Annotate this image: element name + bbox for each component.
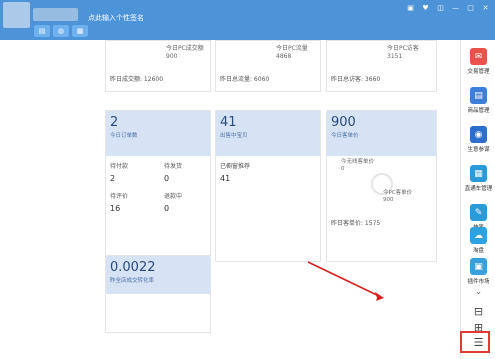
layout-icon[interactable]: ⊟ [461,305,495,318]
sidebar-item-trade[interactable]: ✉ 交易管理 [461,48,495,75]
analytics-icon: ◉ [470,126,487,143]
sidebar-item-disk[interactable]: ☁ 淘盘 [461,227,495,254]
sidebar-item-products[interactable]: ▤ 商品管理 [461,87,495,114]
sidebar-item-plugins[interactable]: ▣ 插件市场 [461,258,495,285]
annotation-arrow [307,261,384,301]
plugins-icon: ▣ [470,258,487,275]
disk-label: 淘盘 [472,248,484,254]
products-icon: ▤ [470,87,487,104]
ads-label: 直通车管理 [464,186,493,192]
plugins-label: 插件市场 [467,279,490,285]
sidebar-item-ads[interactable]: ▦ 直通车管理 [461,165,495,192]
analytics-label: 生意参谋 [467,147,490,153]
list-view-highlight [460,331,490,353]
chevron-down-icon[interactable]: ⌄ [461,287,495,297]
plugin-sidebar: ✉交易管理 ▤商品管理 ◉生意参谋 ▦直通车管理 ✎神笔 ☁淘盘 ▣插件市场 ⌄… [460,40,495,359]
sidebar-item-analytics[interactable]: ◉ 生意参谋 [461,126,495,153]
trade-label: 交易管理 [467,69,490,75]
trade-icon: ✉ [470,48,487,65]
products-label: 商品管理 [467,108,490,114]
ads-icon: ▦ [470,165,487,182]
pen-icon: ✎ [470,204,487,221]
cloud-icon: ☁ [470,227,487,244]
